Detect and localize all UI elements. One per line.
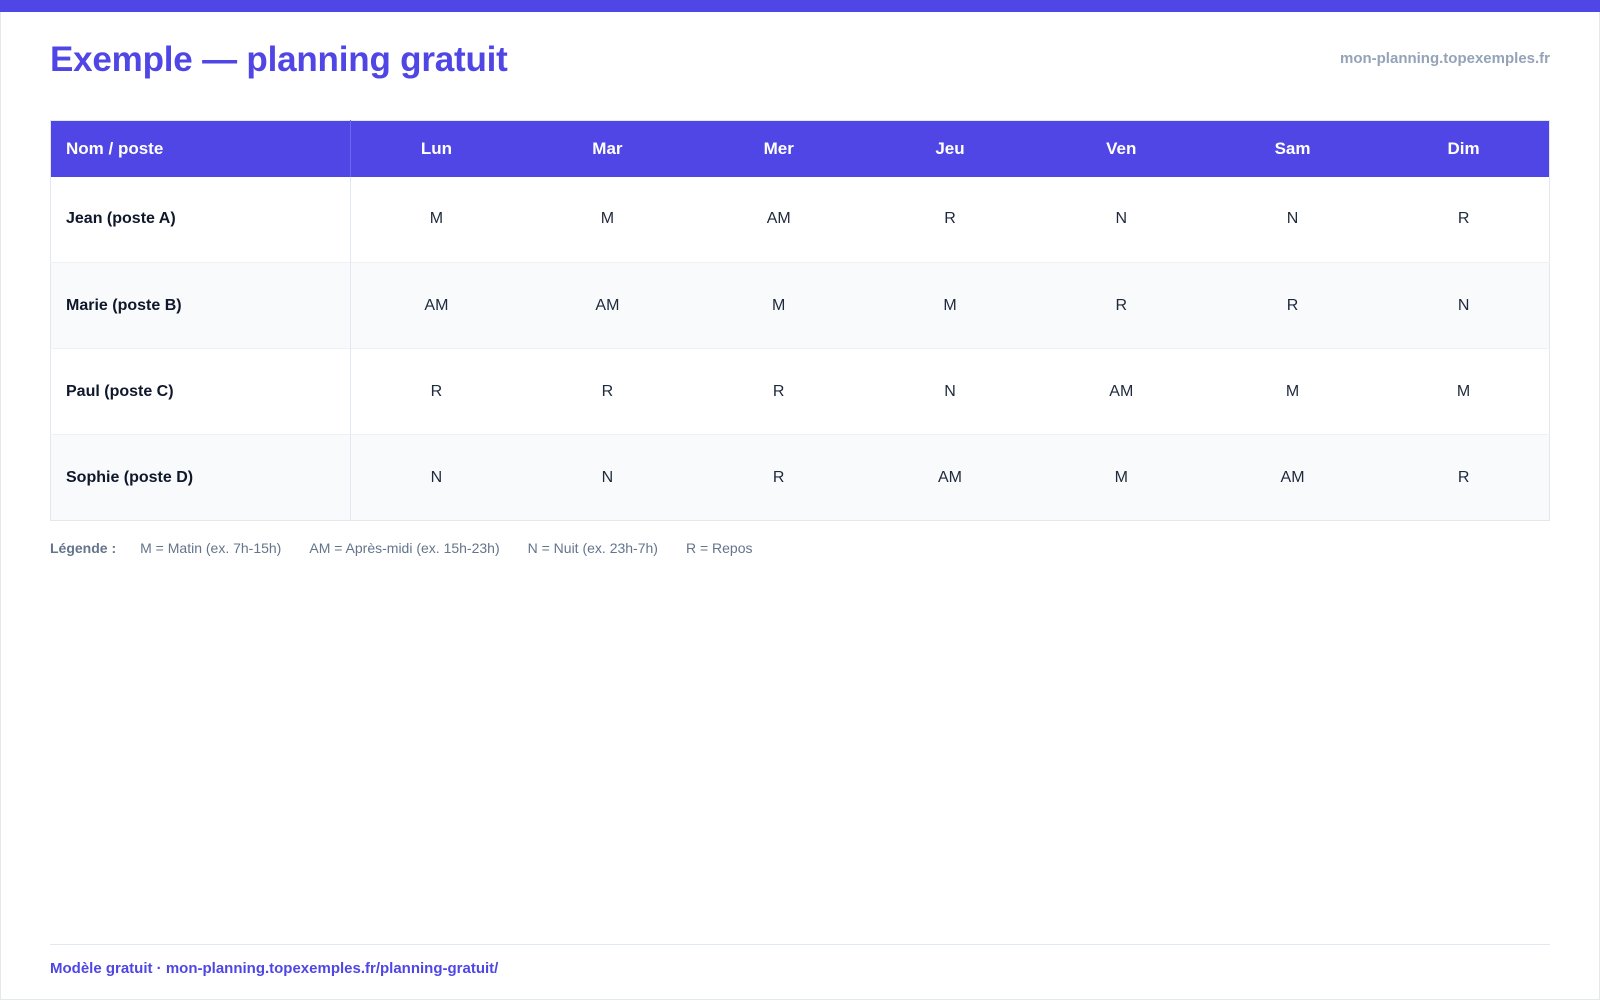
- shift-cell: N: [864, 348, 1036, 435]
- table-row: Paul (poste C) R R R N AM M M: [50, 348, 1550, 435]
- shift-cell: R: [1035, 262, 1207, 349]
- column-header-day: Dim: [1378, 120, 1550, 177]
- shift-cell: N: [1115, 210, 1128, 228]
- footer-divider: [50, 944, 1550, 945]
- legend-item: R = Repos: [685, 540, 753, 556]
- shift-cell: R: [1378, 434, 1550, 521]
- shift-cell: AM: [1035, 348, 1207, 435]
- employee-name: Sophie (poste D): [50, 434, 351, 521]
- table-row: Jean (poste A) M M AM R N N R: [50, 176, 1550, 263]
- column-header-day: Jeu: [864, 120, 1036, 177]
- column-header-day: Mar: [521, 120, 694, 177]
- shift-cell: N: [1378, 262, 1550, 349]
- page-title: Exemple — planning gratuit: [50, 40, 508, 79]
- legend-item: N = Nuit (ex. 23h-7h): [527, 540, 658, 556]
- shift-cell: R: [521, 348, 694, 435]
- planning-table: Nom / poste Lun Mar Mer Jeu Ven Sam Dim …: [50, 120, 1550, 521]
- shift-cell: R: [1457, 210, 1470, 228]
- shift-cell: M: [1206, 348, 1379, 435]
- shift-cell: M: [1378, 348, 1550, 435]
- shift-cell: M: [864, 262, 1036, 349]
- legend-item: M = Matin (ex. 7h-15h): [140, 540, 282, 556]
- shift-cell: AM: [864, 434, 1036, 521]
- column-header-day: Sam: [1206, 120, 1379, 177]
- legend-item: AM = Après-midi (ex. 15h-23h): [309, 540, 500, 556]
- shift-cell: M: [429, 210, 444, 228]
- shift-cell: M: [693, 262, 865, 349]
- shift-cell: AM: [1206, 434, 1379, 521]
- table-row: Sophie (poste D) N N R AM M AM R: [50, 434, 1550, 521]
- column-header-day: Lun: [350, 120, 522, 177]
- shift-cell: R: [944, 210, 956, 228]
- site-url[interactable]: mon-planning.topexemples.fr: [1340, 50, 1550, 67]
- shift-cell: M: [600, 210, 615, 228]
- shift-cell: R: [350, 348, 522, 435]
- shift-cell: M: [1035, 434, 1207, 521]
- legend: Légende : M = Matin (ex. 7h-15h) AM = Ap…: [50, 540, 753, 556]
- table-row: Marie (poste B) AM AM M M R R N: [50, 262, 1550, 349]
- shift-cell: N: [1286, 210, 1299, 228]
- shift-cell: AM: [521, 262, 694, 349]
- column-header-day: Mer: [693, 120, 865, 177]
- footer-link[interactable]: Modèle gratuit · mon-planning.topexemple…: [50, 960, 498, 977]
- employee-name: Jean (poste A): [50, 176, 351, 263]
- column-header-day: Ven: [1035, 120, 1207, 177]
- accent-top-bar: [0, 0, 1600, 12]
- employee-name: Marie (poste B): [50, 262, 351, 349]
- shift-cell: N: [350, 434, 522, 521]
- shift-cell: R: [693, 348, 865, 435]
- shift-cell: R: [1206, 262, 1379, 349]
- shift-cell: AM: [766, 210, 791, 228]
- column-header-name: Nom / poste: [50, 120, 351, 177]
- table-header-row: Nom / poste Lun Mar Mer Jeu Ven Sam Dim: [50, 120, 1550, 177]
- employee-name: Paul (poste C): [50, 348, 351, 435]
- legend-label: Légende :: [50, 540, 117, 556]
- shift-cell: R: [693, 434, 865, 521]
- shift-cell: N: [521, 434, 694, 521]
- shift-cell: AM: [350, 262, 522, 349]
